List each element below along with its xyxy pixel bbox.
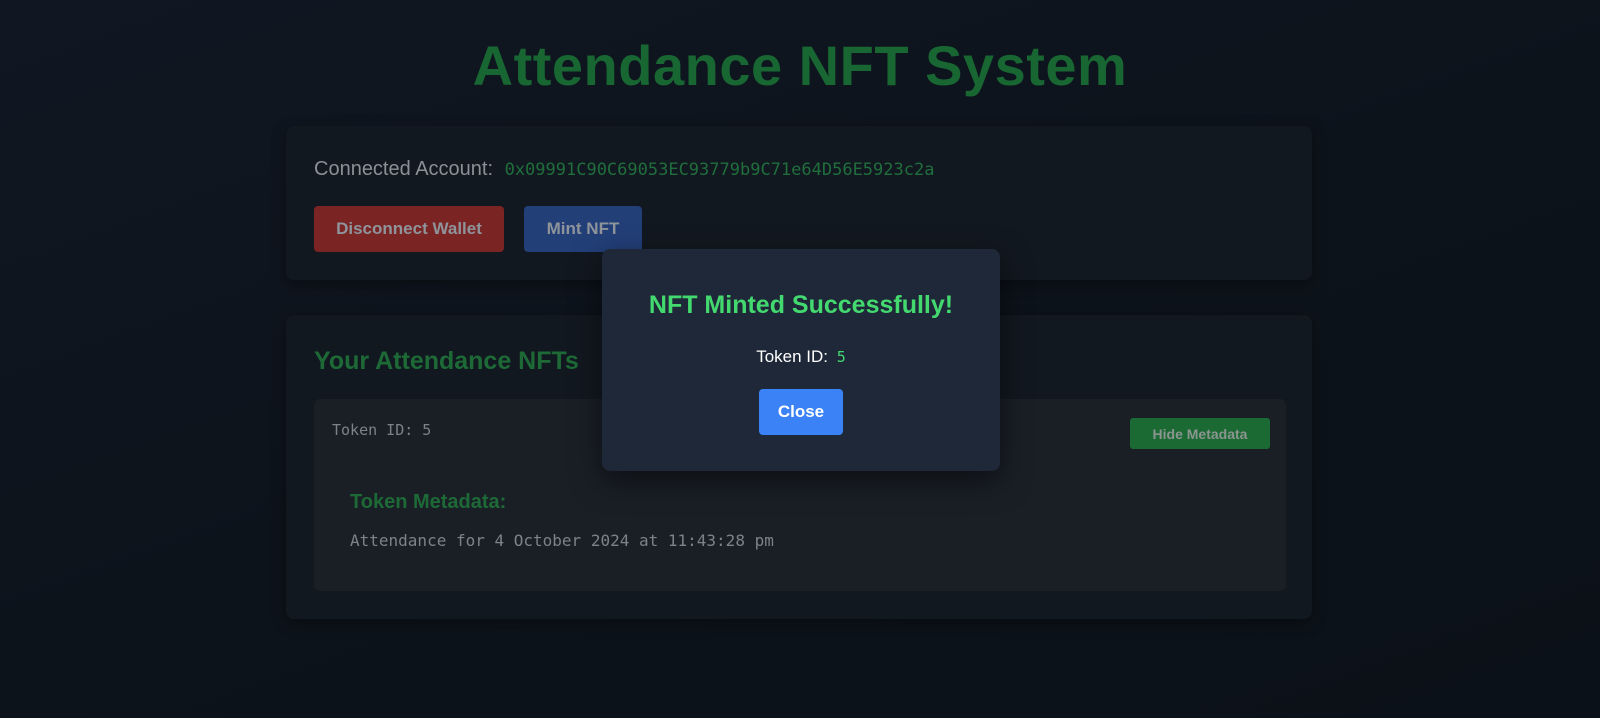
page-title: Attendance NFT System (472, 34, 1128, 97)
page: Attendance NFT System Connected Account:… (0, 0, 1600, 718)
nfts-heading: Your Attendance NFTs (314, 347, 579, 375)
connected-account-label: Connected Account: (314, 158, 494, 180)
hide-metadata-button[interactable]: Hide Metadata (1130, 418, 1270, 449)
modal-token-label: Token ID: (756, 347, 829, 366)
modal-token-value: 5 (836, 348, 846, 366)
token-metadata-text: Attendance for 4 October 2024 at 11:43:2… (350, 531, 774, 550)
mint-success-modal: NFT Minted Successfully! Token ID: 5 Clo… (602, 249, 1000, 471)
modal-title: NFT Minted Successfully! (648, 291, 954, 319)
token-metadata-heading: Token Metadata: (350, 491, 507, 513)
modal-token-line: Token ID: 5 (602, 347, 1000, 367)
connected-account-line: Connected Account: 0x09991C90C69053EC937… (314, 158, 934, 181)
disconnect-wallet-button[interactable]: Disconnect Wallet (314, 206, 504, 252)
account-address: 0x09991C90C69053EC93779b9C71e64D56E5923c… (504, 160, 935, 180)
close-button[interactable]: Close (759, 389, 843, 435)
mint-nft-button[interactable]: Mint NFT (524, 206, 642, 252)
nft-token-id: Token ID: 5 (332, 421, 432, 439)
